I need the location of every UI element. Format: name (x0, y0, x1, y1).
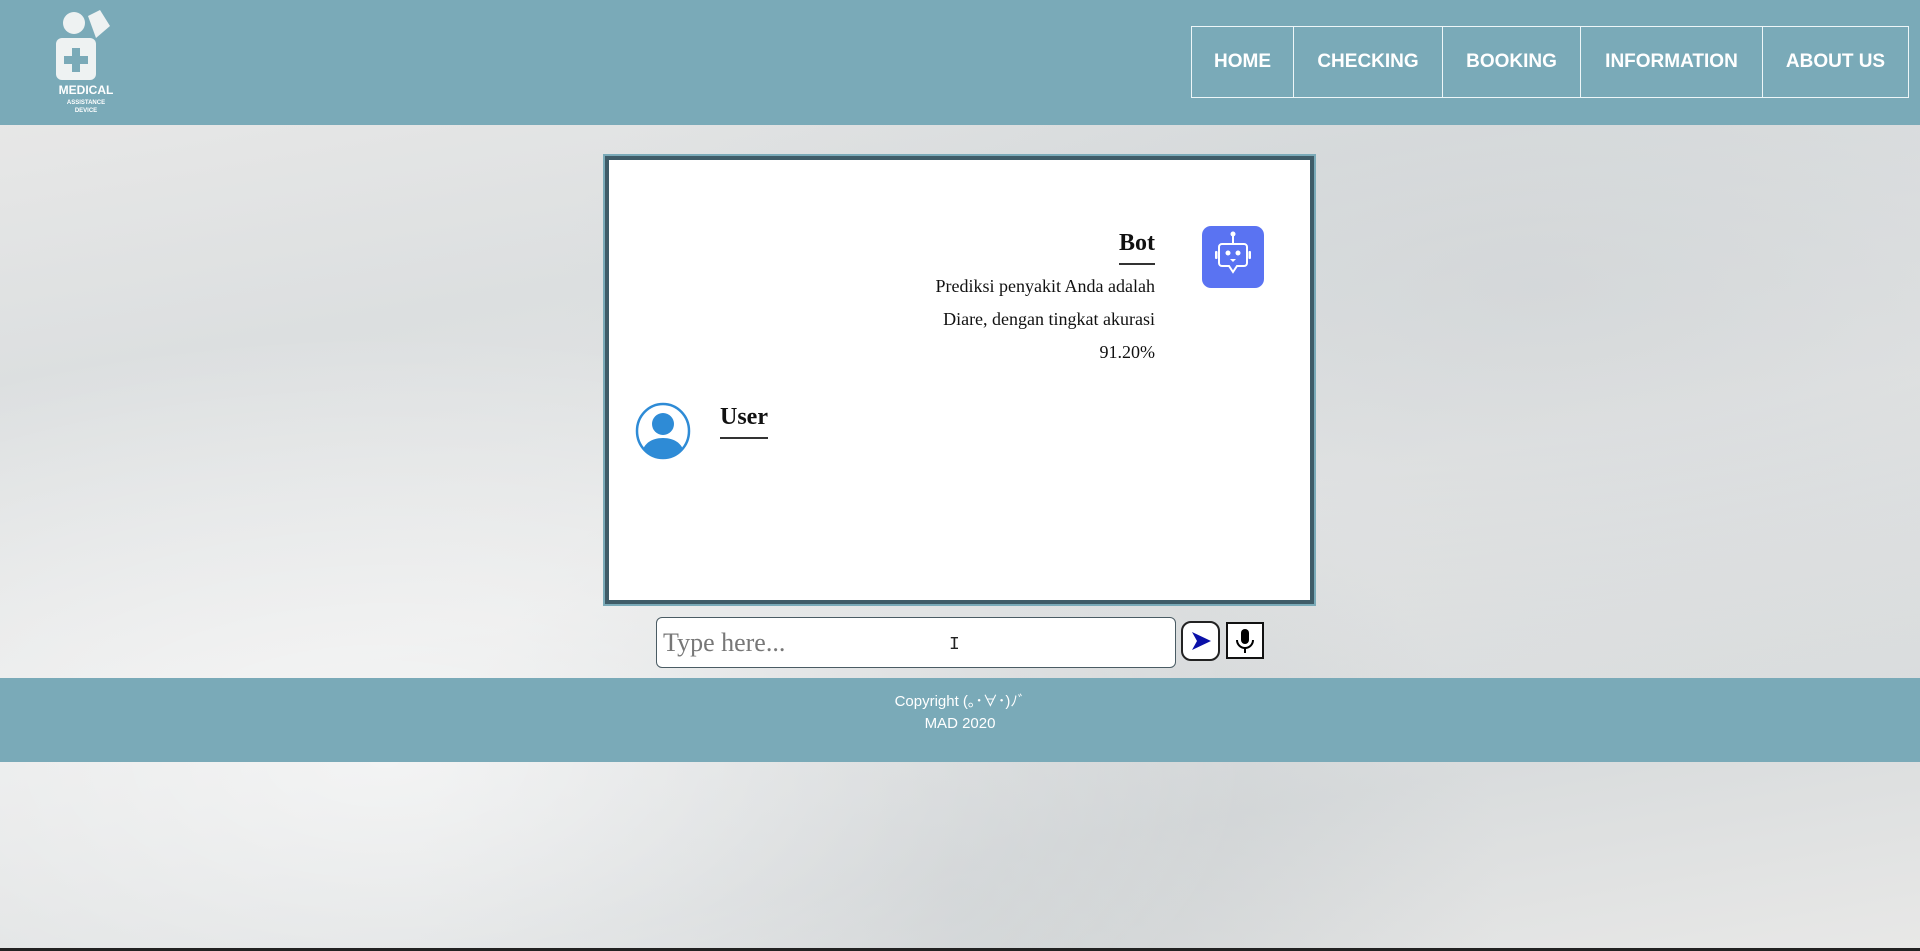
microphone-icon (1236, 628, 1254, 653)
nav-information[interactable]: INFORMATION (1581, 27, 1763, 97)
svg-text:DEVICE: DEVICE (75, 108, 97, 114)
footer-year-text: MAD 2020 (924, 715, 996, 732)
chat-window[interactable]: Bot Prediksi penyakit Anda adalah Diare,… (605, 156, 1314, 604)
bot-name: Bot (1119, 230, 1155, 265)
text-cursor-icon: I (949, 635, 960, 655)
user-name: User (720, 404, 768, 439)
main-nav: HOME CHECKING BOOKING INFORMATION ABOUT … (1191, 26, 1909, 98)
send-arrow-icon (1191, 632, 1211, 650)
user-avatar-icon (635, 402, 691, 460)
nav-booking[interactable]: BOOKING (1443, 27, 1581, 97)
nav-checking[interactable]: CHECKING (1294, 27, 1443, 97)
send-button[interactable] (1181, 621, 1220, 661)
bot-message: Prediksi penyakit Anda adalah Diare, den… (835, 270, 1155, 369)
header: MEDICAL ASSISTANCE DEVICE HOME CHECKING … (0, 0, 1920, 125)
svg-text:ASSISTANCE: ASSISTANCE (67, 100, 105, 106)
bot-message-line: Diare, dengan tingkat akurasi (943, 309, 1155, 329)
nav-about-us[interactable]: ABOUT US (1763, 27, 1908, 97)
robot-icon (1202, 226, 1264, 288)
medical-assistance-device-logo[interactable]: MEDICAL ASSISTANCE DEVICE (48, 8, 128, 116)
copyright-text: Copyright (｡･∀･)ﾉﾞ (894, 693, 1026, 710)
footer: Copyright (｡･∀･)ﾉﾞ MAD 2020 (0, 678, 1920, 762)
nav-home[interactable]: HOME (1192, 27, 1294, 97)
microphone-button[interactable] (1226, 622, 1264, 659)
svg-text:MEDICAL: MEDICAL (59, 83, 114, 97)
bot-message-line: 91.20% (1099, 342, 1156, 362)
bot-message-line: Prediksi penyakit Anda adalah (935, 276, 1155, 296)
message-input[interactable] (656, 617, 1176, 668)
